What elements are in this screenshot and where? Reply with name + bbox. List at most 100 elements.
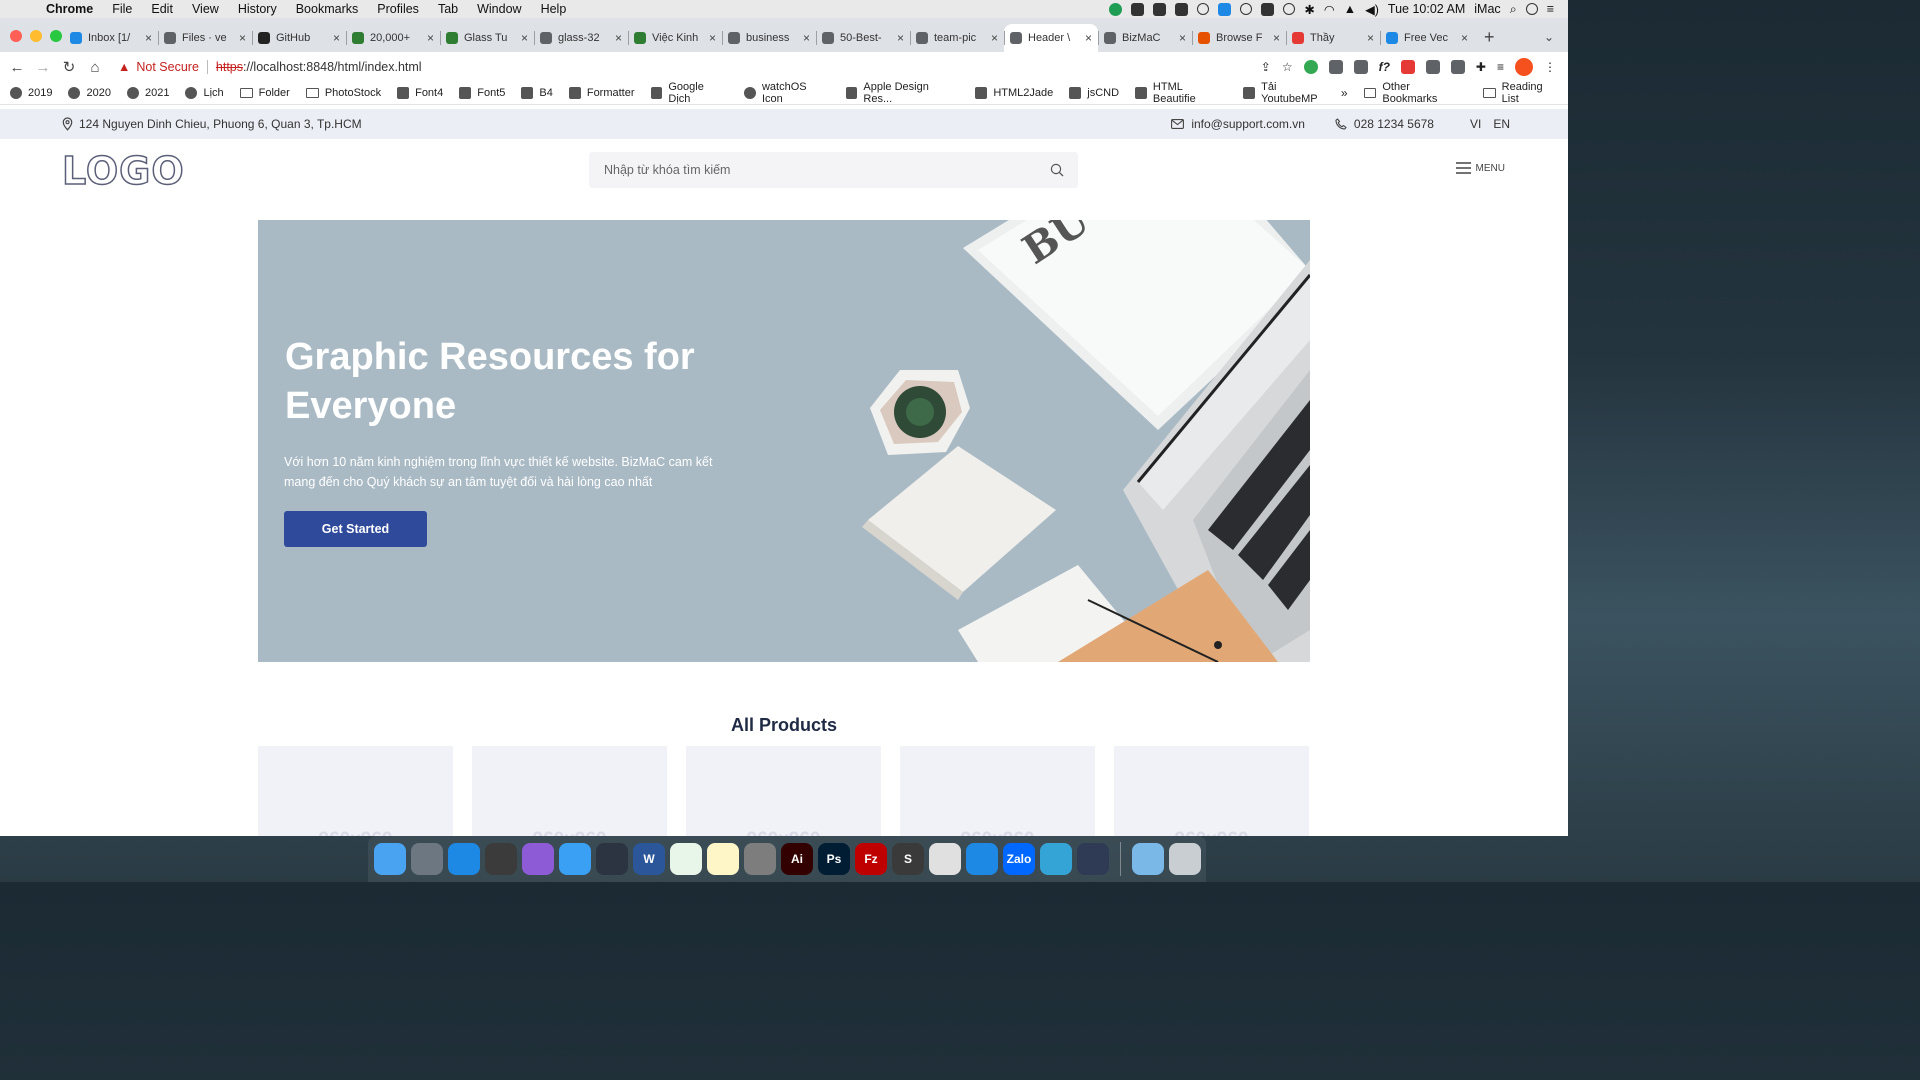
motion-icon[interactable] [522,843,554,875]
get-started-button[interactable]: Get Started [284,511,427,547]
site-email-text[interactable]: info@support.com.vn [1191,117,1305,131]
siri-icon[interactable] [1525,3,1538,15]
bookmark-item[interactable]: 2021 [126,87,169,99]
notes-icon[interactable] [707,843,739,875]
extension-green-icon[interactable] [1303,60,1318,74]
reload-button[interactable]: ↻ [56,58,82,76]
browser-icon[interactable] [1040,843,1072,875]
eject-icon[interactable]: ▲ [1344,2,1356,16]
bookmark-item[interactable]: Apple Design Res... [845,81,960,105]
bookmark-item[interactable]: Font5 [459,87,505,99]
back-button[interactable]: ← [4,59,30,76]
menu-edit[interactable]: Edit [151,2,173,16]
bookmark-item[interactable]: Google Dịch [650,81,729,105]
browser-tab[interactable]: team-pic × [910,24,1004,52]
extension-screenshot-icon[interactable] [1328,60,1343,74]
product-card[interactable]: 960x960 [1114,746,1309,836]
bookmark-item[interactable]: PhotoStock [305,87,381,99]
address-bar[interactable]: ▲ Not Secure https://localhost:8848/html… [118,55,1208,79]
status-circle-icon[interactable] [1197,3,1210,15]
extension-font-icon[interactable]: f? [1379,60,1390,74]
tab-close-icon[interactable]: × [803,31,810,45]
menu-tab[interactable]: Tab [438,2,458,16]
site-phone-text[interactable]: 028 1234 5678 [1354,117,1434,131]
home-button[interactable]: ⌂ [82,59,108,76]
browser-tab[interactable]: Files · ve × [158,24,252,52]
tab-close-icon[interactable]: × [333,31,340,45]
finder-icon[interactable] [374,843,406,875]
tab-close-icon[interactable]: × [521,31,528,45]
tab-close-icon[interactable]: × [1085,31,1092,45]
browser-tab[interactable]: Browse F × [1192,24,1286,52]
control-center-icon[interactable]: ≡ [1547,2,1554,16]
bookmark-item[interactable]: Tải YoutubeMP [1243,81,1335,105]
bookmark-item[interactable]: HTML Beautifie [1135,81,1227,105]
browser-tab[interactable]: 20,000+ × [346,24,440,52]
tab-close-icon[interactable]: × [897,31,904,45]
browser-tab[interactable]: Glass Tu × [440,24,534,52]
site-phone[interactable]: 028 1234 5678 [1335,117,1434,131]
menu-toggle[interactable]: MENU [1455,162,1505,174]
bookmark-item[interactable]: 2019 [10,87,52,99]
bookmark-item[interactable]: jsCND [1069,87,1119,99]
status-clock-icon[interactable] [1240,3,1253,15]
tab-close-icon[interactable]: × [427,31,434,45]
menubar-user[interactable]: iMac [1474,2,1500,16]
product-card[interactable]: 960x960 [686,746,881,836]
safari-icon[interactable] [448,843,480,875]
browser-tab[interactable]: Thầy × [1286,24,1380,52]
bookmark-item[interactable]: 2020 [68,87,111,99]
tab-close-icon[interactable]: × [615,31,622,45]
zalo-icon[interactable]: Zalo [1003,843,1035,875]
bookmark-star-icon[interactable]: ☆ [1282,60,1293,74]
warning-icon[interactable]: ▲ [118,60,130,74]
system-preferences-icon[interactable] [744,843,776,875]
menu-profiles[interactable]: Profiles [377,2,419,16]
close-window-button[interactable] [10,30,22,42]
browser-tab[interactable]: Free Vec × [1380,24,1474,52]
menu-bookmarks[interactable]: Bookmarks [296,2,359,16]
security-label[interactable]: Not Secure [136,60,199,74]
status-app-icon[interactable] [1131,2,1145,16]
chrome-menu-icon[interactable]: ⋮ [1544,60,1556,74]
tab-close-icon[interactable]: × [1461,31,1468,45]
final-cut-icon[interactable] [485,843,517,875]
status-app2-icon[interactable] [1153,2,1167,16]
tab-close-icon[interactable]: × [145,31,152,45]
extension-feather-icon[interactable] [1450,60,1465,74]
reading-list-icon[interactable]: ≡ [1497,60,1504,74]
downloads-folder-icon[interactable] [1132,843,1164,875]
vscode-icon[interactable] [966,843,998,875]
menubar-clock[interactable]: Tue 10:02 AM [1388,2,1465,16]
launchpad-icon[interactable] [411,843,443,875]
time-machine-icon[interactable] [1077,843,1109,875]
spotlight-search-icon[interactable]: ⌕ [1510,2,1517,17]
messages-icon[interactable] [559,843,591,875]
bookmark-item[interactable]: watchOS Icon [744,81,829,105]
browser-tab[interactable]: glass-32 × [534,24,628,52]
status-e-icon[interactable] [1218,2,1232,16]
zoom-window-button[interactable] [50,30,62,42]
tab-close-icon[interactable]: × [1367,31,1374,45]
evernote-icon[interactable] [670,843,702,875]
share-icon[interactable]: ⇪ [1261,60,1271,74]
tab-close-icon[interactable]: × [991,31,998,45]
menu-file[interactable]: File [112,2,132,16]
tab-search-chevron-icon[interactable]: ⌄ [1544,30,1554,44]
extension-lock-icon[interactable] [1353,60,1368,74]
browser-tab[interactable]: Inbox [1/ × [64,24,158,52]
tab-close-icon[interactable]: × [239,31,246,45]
bookmark-item[interactable]: Folder [239,87,290,99]
illustrator-icon[interactable]: Ai [781,843,813,875]
product-card[interactable]: 960x960 [472,746,667,836]
new-tab-button[interactable]: + [1484,27,1495,48]
menu-window[interactable]: Window [477,2,521,16]
bluetooth-icon[interactable]: ✱ [1304,2,1314,17]
photoshop-icon[interactable]: Ps [818,843,850,875]
bookmark-item[interactable]: Formatter [568,87,635,99]
menu-view[interactable]: View [192,2,219,16]
profile-avatar[interactable] [1515,58,1533,76]
extensions-puzzle-icon[interactable]: ✚ [1476,60,1486,74]
other-bookmarks-folder[interactable]: Other Bookmarks [1363,81,1467,105]
browser-tab[interactable]: 50-Best- × [816,24,910,52]
